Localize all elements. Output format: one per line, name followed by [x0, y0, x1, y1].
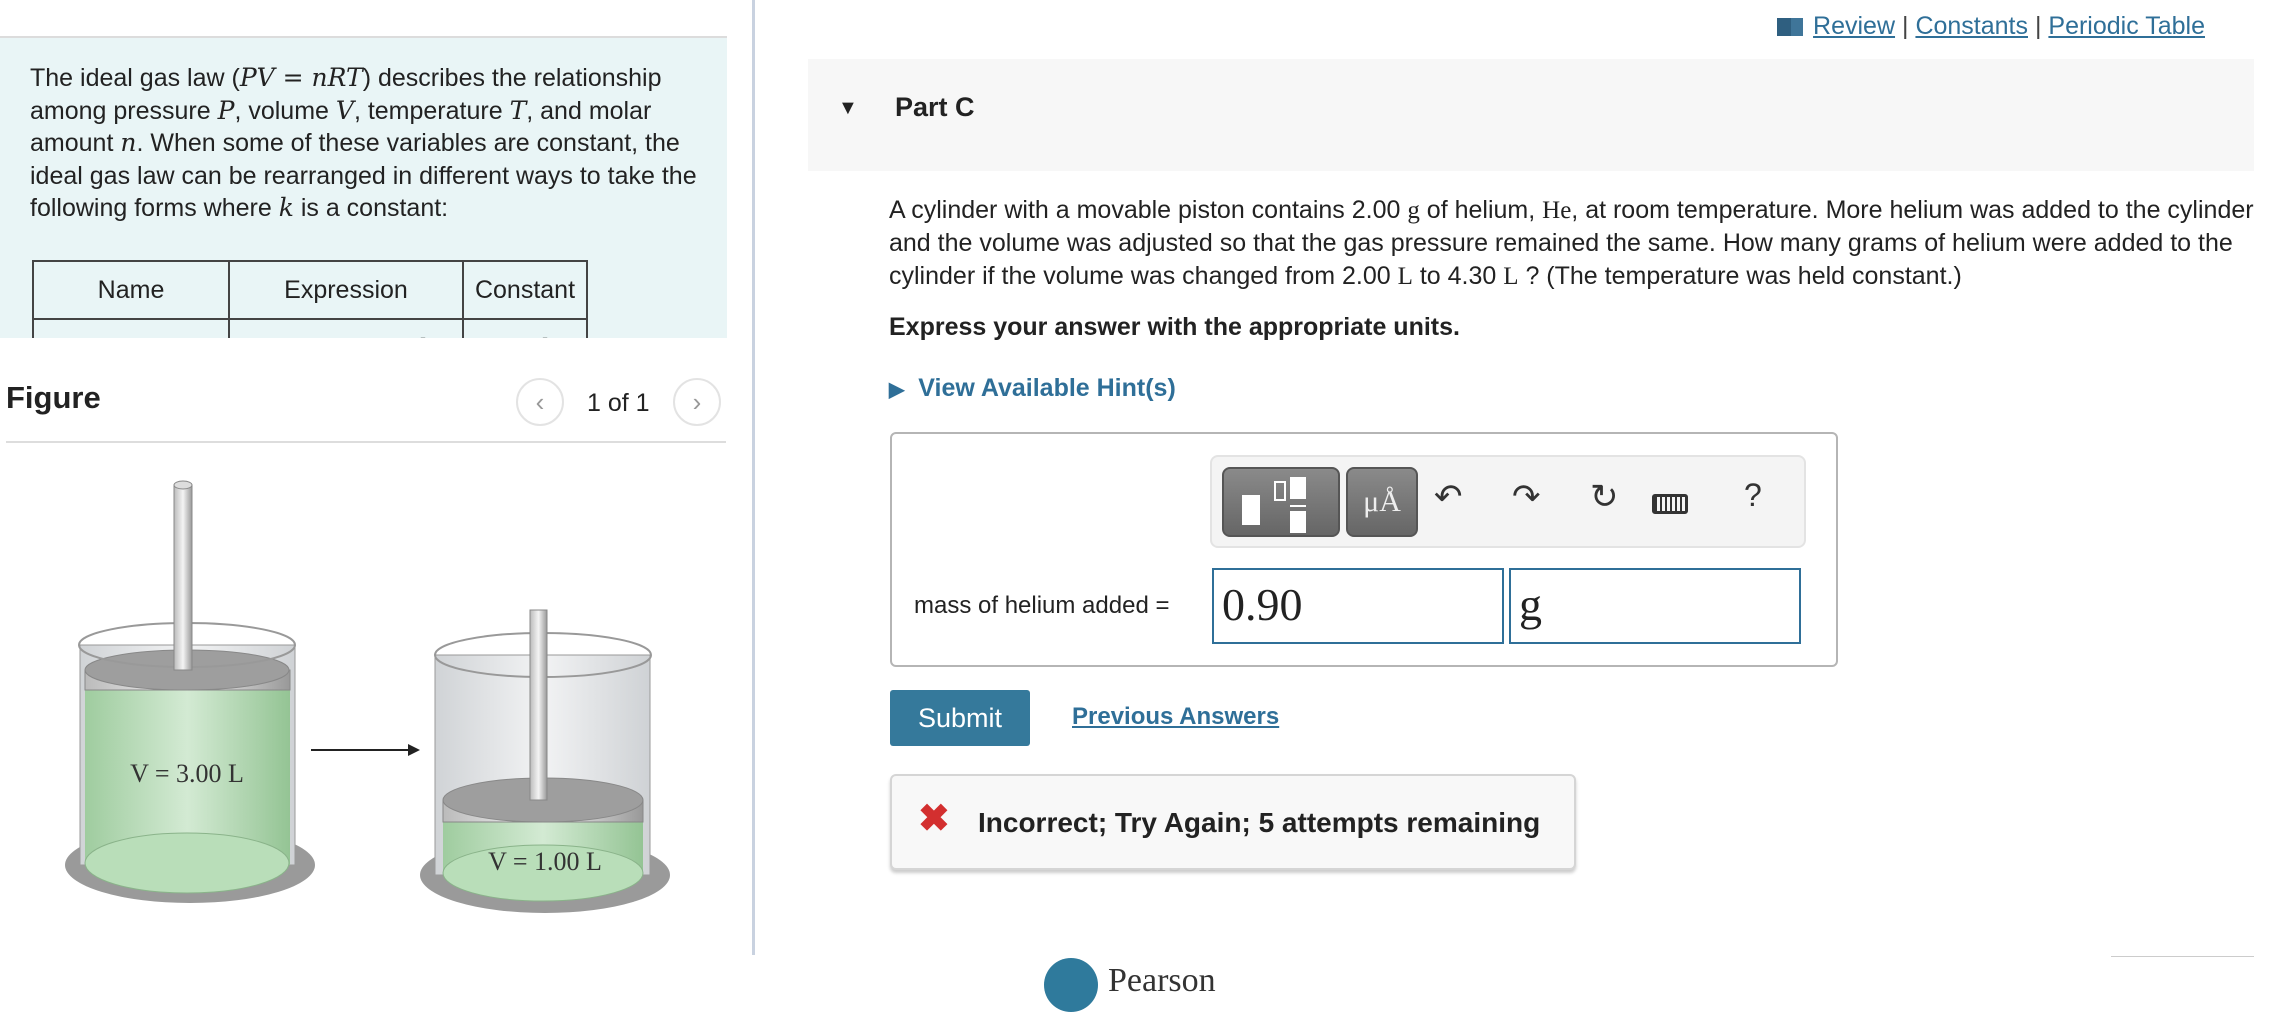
separator: | [2034, 12, 2042, 40]
chevron-right-icon[interactable]: › [673, 378, 721, 426]
hint-link[interactable]: View Available Hint(s) [918, 374, 1175, 402]
math-var: P [217, 95, 235, 125]
unit: L [1503, 263, 1519, 290]
value-input[interactable]: 0.90 [1212, 568, 1504, 644]
divider [6, 441, 726, 443]
table-cell: Boyle's law [32, 318, 230, 338]
review-link[interactable]: Review [1813, 12, 1895, 40]
piston-rod-left [173, 484, 193, 671]
intro-text-part: The ideal gas law ( [30, 64, 240, 92]
unit-input[interactable]: g [1509, 568, 1801, 644]
question-part: of helium, [1419, 196, 1543, 224]
part-title: Part C [895, 92, 975, 122]
resource-links: Review | Constants | Periodic Table [1777, 12, 2205, 41]
panel-divider[interactable] [752, 0, 755, 955]
math-toolbar: μÅ ↶ ↷ ↻ ? [1210, 455, 1806, 548]
feedback-message: Incorrect; Try Again; 5 attempts remaini… [978, 807, 1541, 838]
answer-label: mass of helium added = [914, 592, 1170, 619]
pearson-logo-text: Pearson [1108, 962, 1216, 999]
pearson-logo-icon [1044, 958, 1098, 1012]
volume-label-left: V = 3.00 L [130, 759, 244, 788]
math-var: k [278, 193, 294, 222]
intro-text-part: , volume [234, 96, 336, 125]
separator: | [1901, 12, 1909, 40]
intro-text-part: is a constant: [293, 194, 449, 222]
math-var: V [335, 95, 354, 125]
part-header[interactable]: ▼ Part C [808, 59, 2254, 171]
question-part: A cylinder with a movable piston contain… [889, 196, 1408, 224]
submit-button[interactable]: Submit [890, 690, 1030, 746]
caret-down-icon[interactable]: ▼ [838, 97, 858, 120]
previous-answers-link[interactable]: Previous Answers [1072, 703, 1279, 731]
question-text: A cylinder with a movable piston contain… [889, 194, 2259, 293]
figure-page-indicator: 1 of 1 [587, 389, 650, 417]
question-part: to 4.30 [1412, 262, 1504, 290]
figure-title: Figure [6, 380, 101, 415]
math-var: n [120, 128, 137, 157]
unit: g [1407, 197, 1420, 224]
caret-right-icon: ▶ [889, 379, 905, 401]
table-cell: n and T [462, 318, 588, 338]
intro-panel: The ideal gas law (PV = nRT) describes t… [0, 36, 727, 338]
x-icon: ✖ [918, 798, 950, 840]
units-button[interactable]: μÅ [1346, 467, 1418, 537]
table-header: Constant [462, 260, 588, 320]
piston-rod-right [529, 609, 548, 801]
constants-link[interactable]: Constants [1915, 12, 2028, 40]
math-var: T [509, 95, 527, 125]
intro-text-part: , temperature [353, 96, 510, 125]
instruction: Express your answer with the appropriate… [889, 313, 1460, 341]
divider [2111, 956, 2254, 957]
keyboard-icon[interactable] [1652, 494, 1688, 514]
redo-icon[interactable]: ↷ [1512, 477, 1541, 517]
question-part: ? (The temperature was held constant.) [1518, 262, 1962, 290]
ideal-gas-equation: PV = nRT [239, 63, 363, 92]
volume-label-right: V = 1.00 L [488, 847, 602, 876]
chem-symbol: He [1542, 197, 1572, 224]
help-button[interactable]: ? [1744, 477, 1762, 514]
table-cell: PV = nRT = k [228, 318, 464, 338]
reset-icon[interactable]: ↻ [1590, 477, 1619, 517]
unit: L [1397, 263, 1413, 290]
feedback-box: ✖ Incorrect; Try Again; 5 attempts remai… [890, 774, 1576, 870]
hint-toggle[interactable]: ▶ View Available Hint(s) [889, 374, 1176, 403]
table-header: Expression [228, 260, 464, 320]
periodic-table-link[interactable]: Periodic Table [2048, 12, 2205, 40]
table-header-row: Name Expression Constant [32, 260, 588, 320]
chevron-left-icon[interactable]: ‹ [516, 378, 564, 426]
book-icon [1777, 18, 1807, 36]
undo-icon[interactable]: ↶ [1434, 477, 1463, 517]
table-header: Name [32, 260, 230, 320]
gas-law-table: Name Expression Constant Boyle's law PV … [32, 260, 588, 338]
intro-text: The ideal gas law (PV = nRT) describes t… [30, 62, 710, 225]
piston-figure: V = 3.00 L V = 1.00 L [65, 480, 670, 913]
arrow-head [408, 744, 420, 756]
table-row: Boyle's law PV = nRT = k n and T [32, 318, 588, 338]
fraction-template-icon[interactable] [1222, 467, 1340, 537]
